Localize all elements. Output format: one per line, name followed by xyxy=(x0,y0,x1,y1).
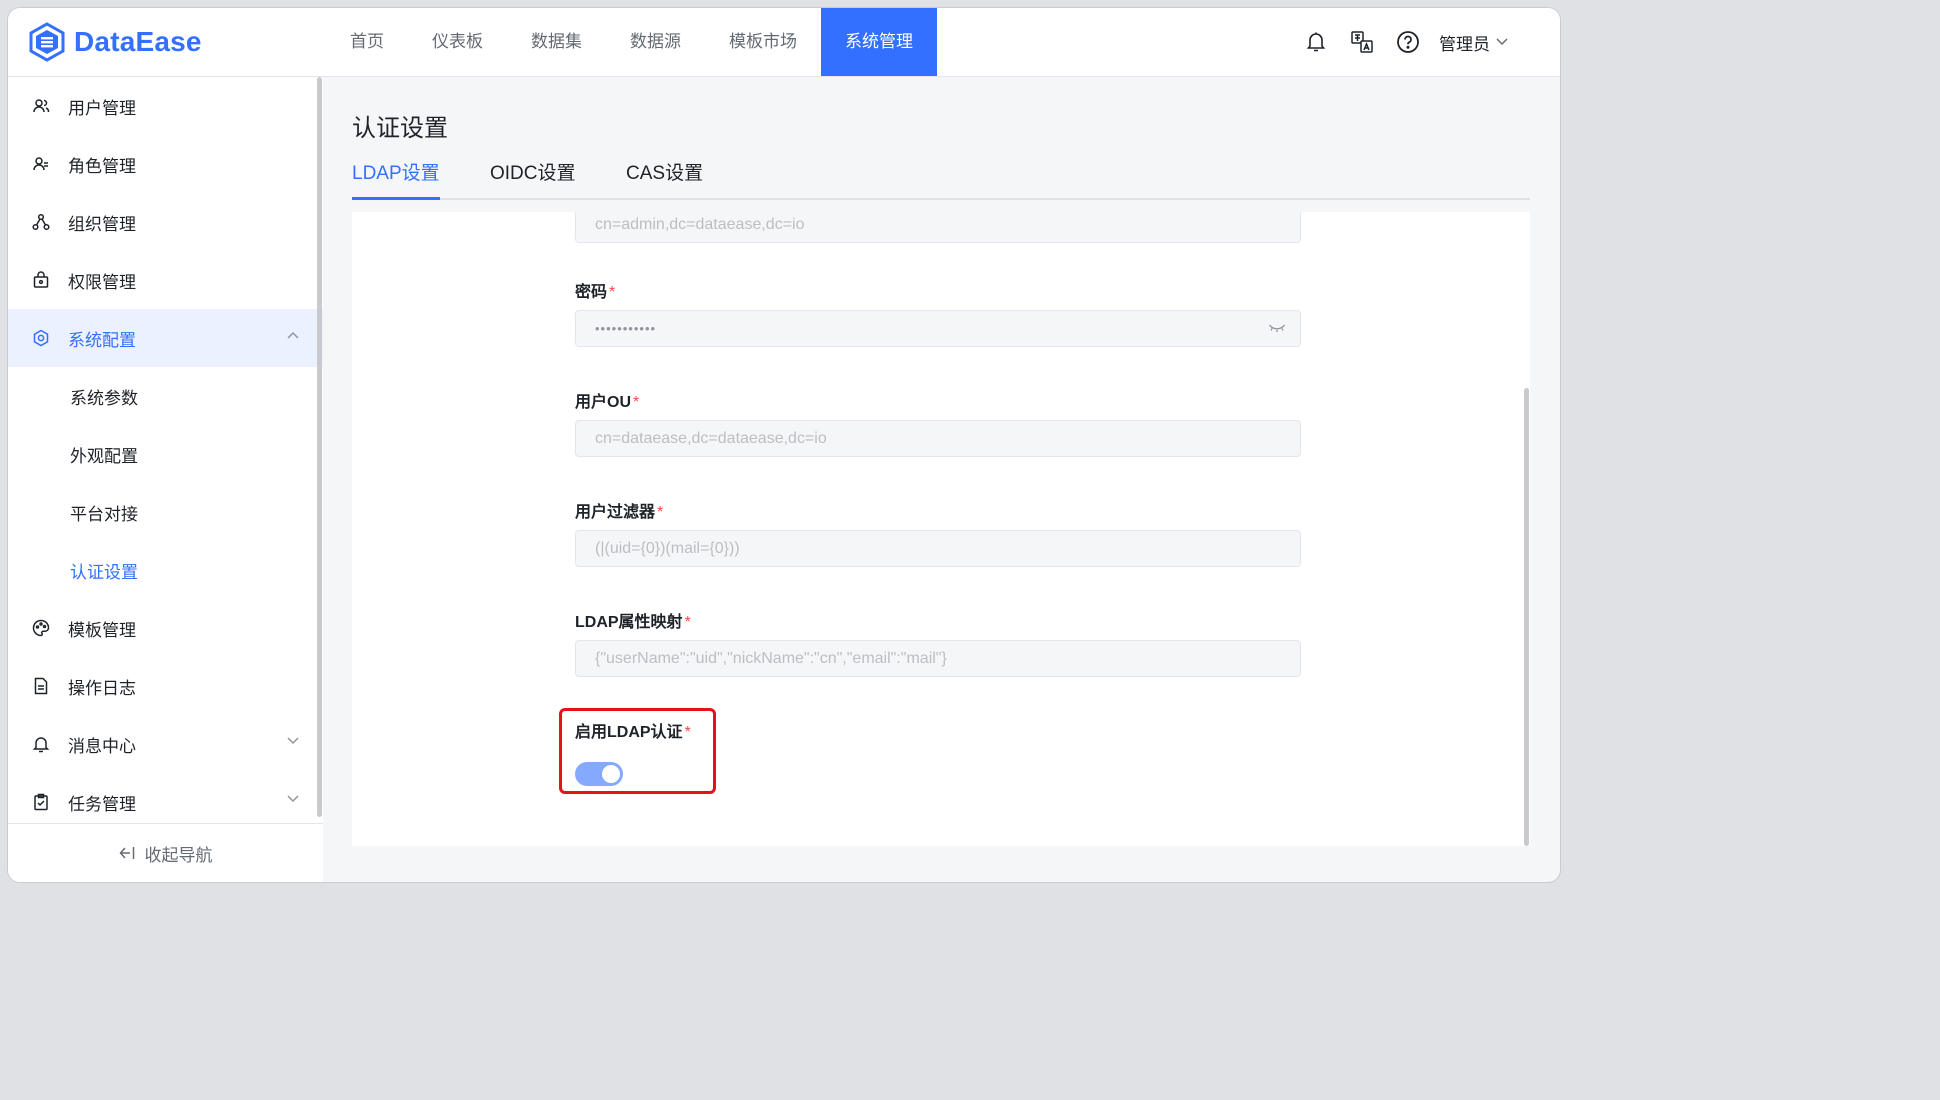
bell-icon xyxy=(32,735,50,753)
sidebar-item-org-management[interactable]: 组织管理 xyxy=(8,193,323,251)
logo[interactable]: DataEase xyxy=(28,22,202,62)
user-ou-label: 用户OU * xyxy=(575,388,639,412)
sidebar-item-label: 模板管理 xyxy=(68,620,136,640)
sidebar-item-permission-management[interactable]: 权限管理 xyxy=(8,251,323,309)
chevron-down-icon xyxy=(287,795,299,803)
user-ou-label-text: 用户OU xyxy=(575,394,632,411)
chevron-up-icon xyxy=(287,331,299,339)
org-icon xyxy=(32,213,50,231)
nav-system-management[interactable]: 系统管理 xyxy=(821,8,937,76)
sidebar-item-label: 组织管理 xyxy=(68,214,136,234)
required-mark: * xyxy=(657,504,664,521)
task-icon xyxy=(32,793,50,811)
lock-icon xyxy=(32,271,50,289)
nav-dataset[interactable]: 数据集 xyxy=(507,8,606,76)
sidebar-item-operation-log[interactable]: 操作日志 xyxy=(8,657,323,715)
user-name: 管理员 xyxy=(1439,34,1490,54)
user-filter-label-text: 用户过滤器 xyxy=(575,504,656,521)
notification-bell-icon[interactable] xyxy=(1303,29,1329,55)
eye-closed-icon[interactable] xyxy=(1268,322,1286,334)
logo-text: DataEase xyxy=(74,26,202,57)
sidebar-item-user-management[interactable]: 用户管理 xyxy=(8,77,323,135)
user-icon xyxy=(32,97,50,115)
sidebar-item-label: 消息中心 xyxy=(68,736,136,756)
sidebar-item-label: 操作日志 xyxy=(68,678,136,698)
nav-template-market[interactable]: 模板市场 xyxy=(705,8,821,76)
sidebar-scrollbar[interactable] xyxy=(317,77,322,817)
ldap-form-panel: cn=admin,dc=dataease,dc=io 密码 * •••••••••… xyxy=(352,212,1530,846)
collapse-arrow-icon xyxy=(118,847,134,859)
sidebar-item-label: 角色管理 xyxy=(68,156,136,176)
required-mark: * xyxy=(633,394,640,411)
palette-icon xyxy=(32,619,50,637)
main-scrollbar[interactable] xyxy=(1524,388,1529,846)
user-menu[interactable]: 管理员 xyxy=(1439,30,1508,55)
required-mark: * xyxy=(684,724,691,741)
sidebar-subitem-appearance[interactable]: 外观配置 xyxy=(8,425,323,483)
collapse-nav-button[interactable]: 收起导航 xyxy=(8,823,323,882)
dataease-logo-icon xyxy=(29,22,65,62)
chevron-down-icon xyxy=(287,737,299,745)
required-mark: * xyxy=(684,614,691,631)
user-filter-input[interactable]: (|(uid={0})(mail={0})) xyxy=(575,530,1301,567)
sidebar-item-message-center[interactable]: 消息中心 xyxy=(8,715,323,773)
required-mark: * xyxy=(609,284,616,301)
sidebar-item-label: 用户管理 xyxy=(68,98,136,118)
enable-ldap-toggle[interactable] xyxy=(575,762,623,786)
help-question-icon[interactable] xyxy=(1395,29,1421,55)
tab-ldap-settings[interactable]: LDAP设置 xyxy=(352,158,440,200)
tab-cas-settings[interactable]: CAS设置 xyxy=(626,158,703,198)
sidebar-subitem-system-params[interactable]: 系统参数 xyxy=(8,367,323,425)
sidebar-subitem-auth-settings[interactable]: 认证设置 xyxy=(8,541,323,599)
attr-mapping-input[interactable]: {"userName":"uid","nickName":"cn","email… xyxy=(575,640,1301,677)
attr-mapping-label-text: LDAP属性映射 xyxy=(575,614,683,631)
app-window: DataEase 首页 仪表板 数据集 数据源 模板市场 系统管理 管理员 用户… xyxy=(8,8,1560,882)
password-label: 密码 * xyxy=(575,278,615,302)
sidebar-item-system-config[interactable]: 系统配置 xyxy=(8,309,323,367)
header-actions: 管理员 xyxy=(1283,8,1508,76)
toggle-knob xyxy=(602,765,620,783)
sidebar: 用户管理 角色管理 组织管理 权限管理 系统配置 系统参数 外观配置 平台对接 … xyxy=(8,77,323,882)
sidebar-item-task-management[interactable]: 任务管理 xyxy=(8,773,323,822)
sidebar-item-label: 任务管理 xyxy=(68,794,136,814)
nav-dashboard[interactable]: 仪表板 xyxy=(408,8,507,76)
log-icon xyxy=(32,677,50,695)
admin-dn-input[interactable]: cn=admin,dc=dataease,dc=io xyxy=(575,212,1301,243)
user-filter-label: 用户过滤器 * xyxy=(575,498,663,522)
role-icon xyxy=(32,155,50,173)
sidebar-item-role-management[interactable]: 角色管理 xyxy=(8,135,323,193)
sidebar-menu: 用户管理 角色管理 组织管理 权限管理 系统配置 系统参数 外观配置 平台对接 … xyxy=(8,77,323,822)
attr-mapping-label: LDAP属性映射 * xyxy=(575,608,691,632)
collapse-nav-label: 收起导航 xyxy=(144,845,213,865)
enable-ldap-label: 启用LDAP认证 * xyxy=(575,718,691,742)
user-ou-input[interactable]: cn=dataease,dc=dataease,dc=io xyxy=(575,420,1301,457)
top-nav: 首页 仪表板 数据集 数据源 模板市场 系统管理 xyxy=(326,8,937,76)
nav-home[interactable]: 首页 xyxy=(326,8,408,76)
password-input[interactable]: ••••••••••• xyxy=(575,310,1301,347)
tab-oidc-settings[interactable]: OIDC设置 xyxy=(490,158,576,198)
page-title: 认证设置 xyxy=(352,115,448,142)
sidebar-item-label: 系统配置 xyxy=(68,330,136,350)
top-header: DataEase 首页 仪表板 数据集 数据源 模板市场 系统管理 管理员 xyxy=(8,8,1560,77)
sidebar-subitem-platform[interactable]: 平台对接 xyxy=(8,483,323,541)
gear-icon xyxy=(32,329,50,347)
sidebar-item-template-management[interactable]: 模板管理 xyxy=(8,599,323,657)
chevron-down-icon xyxy=(1496,38,1508,46)
sidebar-item-label: 权限管理 xyxy=(68,272,136,292)
password-value: ••••••••••• xyxy=(595,321,657,336)
nav-datasource[interactable]: 数据源 xyxy=(606,8,705,76)
auth-tabs: LDAP设置 OIDC设置 CAS设置 xyxy=(352,158,1530,200)
language-translate-icon[interactable] xyxy=(1349,29,1375,55)
enable-ldap-label-text: 启用LDAP认证 xyxy=(575,724,683,741)
password-label-text: 密码 xyxy=(575,284,608,301)
